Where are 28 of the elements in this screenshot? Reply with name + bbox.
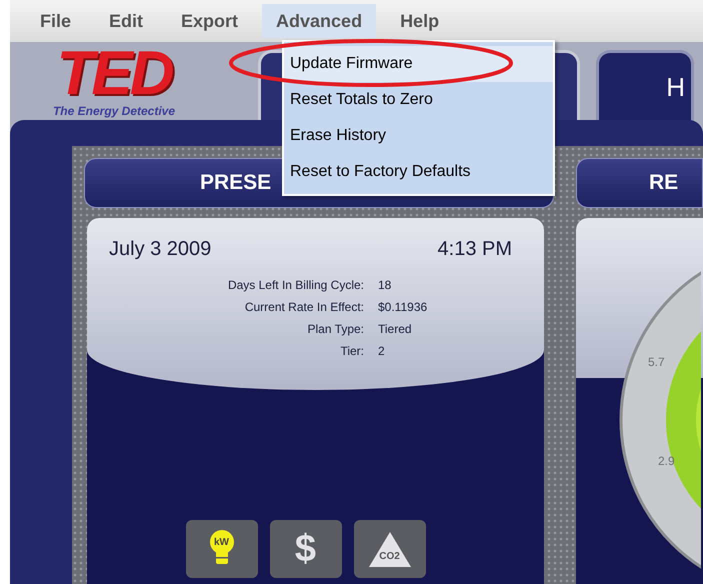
detail-value: Tiered	[378, 321, 413, 338]
mode-button[interactable]: kW	[186, 520, 258, 578]
menu-item[interactable]: Help	[386, 4, 454, 38]
menu-item[interactable]: Export	[167, 4, 252, 38]
time-text: 4:13 PM	[438, 237, 512, 262]
mode-button[interactable]: $	[270, 520, 342, 578]
detail-label: Current Rate In Effect:	[244, 299, 364, 316]
logo-tagline: The Energy Detective	[52, 103, 176, 120]
menu-option[interactable]: Erase History	[284, 118, 553, 154]
dollar-icon: $	[294, 530, 316, 568]
menu-option[interactable]: Update Firmware	[284, 46, 553, 82]
menu-item[interactable]: File	[26, 4, 86, 38]
gauge-label: 5.7	[648, 354, 665, 371]
menu-item[interactable]: Edit	[95, 4, 158, 38]
detail-value: 18	[378, 277, 392, 294]
menu-item[interactable]: Advanced	[262, 4, 376, 38]
detail-label: Plan Type:	[306, 321, 364, 338]
triangle-icon: CO2	[368, 530, 412, 568]
detail-value: $0.11936	[378, 299, 428, 316]
detail-value: 2	[378, 343, 386, 360]
mode-button[interactable]: CO2	[354, 520, 426, 578]
date-text: July 3 2009	[109, 237, 212, 262]
logo-title: TED	[56, 44, 172, 104]
detail-label: Tier:	[339, 343, 364, 360]
panel-header: RE	[576, 158, 703, 208]
menu-option[interactable]: Reset Totals to Zero	[284, 82, 553, 118]
detail-label: Days Left In Billing Cycle:	[226, 277, 364, 294]
tab[interactable]: H	[596, 50, 694, 122]
